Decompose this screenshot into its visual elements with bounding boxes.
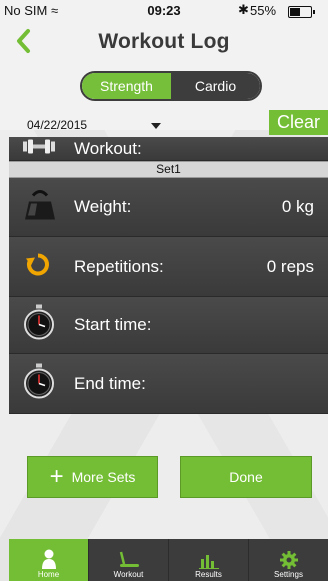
tab-settings-label: Settings <box>274 570 303 579</box>
bar-chart-icon <box>198 555 219 569</box>
dumbbell-icon <box>23 138 55 159</box>
end-time-label: End time: <box>74 373 146 393</box>
page-title: Workout Log <box>98 30 230 53</box>
kettlebell-icon <box>23 188 57 227</box>
tab-results-label: Results <box>195 570 222 579</box>
refresh-icon <box>26 252 50 281</box>
tab-home-label: Home <box>37 570 60 579</box>
tab-workout-label: Workout <box>113 570 144 579</box>
gear-icon <box>279 551 298 569</box>
start-time-row[interactable]: Start time: <box>9 297 328 354</box>
treadmill-icon <box>119 551 139 567</box>
done-label: Done <box>229 469 263 485</box>
workout-type-segmented-control[interactable]: Strength Cardio <box>80 71 262 101</box>
tab-bar: Home Workout Results Settings <box>9 539 328 581</box>
start-time-label: Start time: <box>74 315 152 334</box>
stopwatch-icon <box>23 363 55 404</box>
bluetooth-icon: ✱ <box>238 2 249 17</box>
segment-cardio[interactable]: Cardio <box>171 73 260 99</box>
repetitions-row[interactable]: Repetitions: 0 reps <box>9 237 328 297</box>
clear-button[interactable]: Clear <box>269 110 328 135</box>
battery-percent: 55% <box>250 3 277 18</box>
workout-row[interactable]: Workout: <box>9 137 328 161</box>
end-time-row[interactable]: End time: <box>9 354 328 414</box>
segment-strength[interactable]: Strength <box>82 73 171 99</box>
person-icon <box>41 549 56 569</box>
clock: 09:23 <box>147 3 181 18</box>
tab-home[interactable]: Home <box>9 539 89 581</box>
tab-settings[interactable]: Settings <box>249 539 328 581</box>
repetitions-value: 0 reps <box>266 256 314 276</box>
stopwatch-icon <box>23 304 55 346</box>
weight-label: Weight: <box>74 197 132 216</box>
more-sets-label: More Sets <box>71 469 136 485</box>
weight-value: 0 kg <box>281 197 314 216</box>
workout-label: Workout: <box>74 138 142 158</box>
date-value[interactable]: 04/22/2015 <box>27 118 87 132</box>
tab-results[interactable]: Results <box>169 539 249 581</box>
weight-row[interactable]: Weight: 0 kg <box>9 178 328 237</box>
tab-workout[interactable]: Workout <box>89 539 169 581</box>
battery-icon <box>288 6 315 18</box>
more-sets-button[interactable]: + More Sets <box>27 456 158 498</box>
done-button[interactable]: Done <box>180 456 312 498</box>
repetitions-label: Repetitions: <box>74 256 164 276</box>
set-header: Set1 <box>9 161 328 178</box>
status-bar: No SIM ≈ 09:23 ✱ 55% <box>0 0 328 22</box>
date-dropdown-caret-icon[interactable] <box>151 123 161 129</box>
plus-icon: + <box>49 463 64 490</box>
